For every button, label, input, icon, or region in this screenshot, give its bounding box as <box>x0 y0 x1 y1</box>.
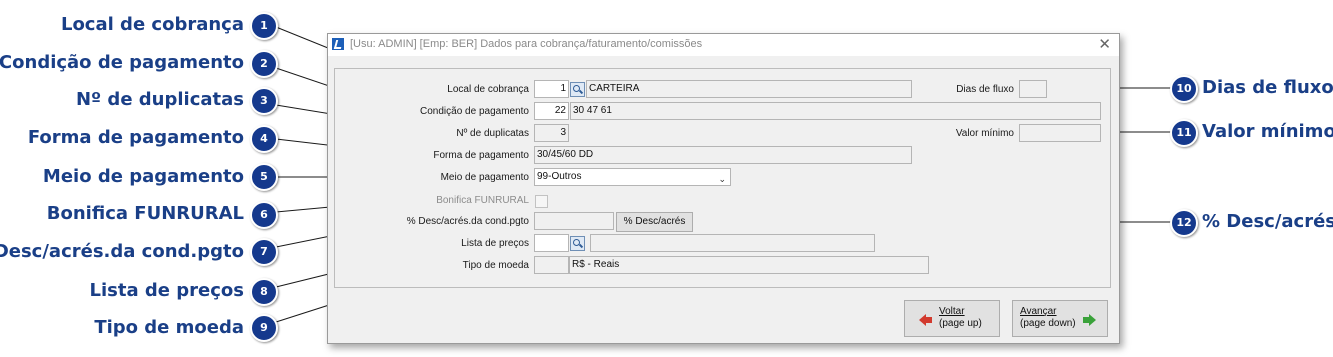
valor-minimo-input[interactable] <box>1019 124 1101 142</box>
bonifica-funrural-checkbox[interactable] <box>535 195 548 208</box>
label-lista-precos: Lista de preços <box>461 238 529 249</box>
lista-precos-desc-field <box>590 234 875 252</box>
badge-9: 9 <box>250 314 278 342</box>
close-icon[interactable]: ✕ <box>1098 35 1111 53</box>
lista-precos-code-input[interactable] <box>534 234 569 252</box>
lista-precos-lookup-icon[interactable] <box>570 236 585 251</box>
arrow-left-icon <box>919 314 932 326</box>
window-title: [Usu: ADMIN] [Emp: BER] Dados para cobra… <box>350 38 703 50</box>
callout-num-duplicatas: Nº de duplicatas <box>75 89 244 110</box>
badge-4: 4 <box>250 125 278 153</box>
voltar-label: Voltar <box>939 306 965 317</box>
meio-pagamento-value: 99-Outros <box>537 171 582 182</box>
meio-pagamento-select[interactable]: 99-Outros ⌄ <box>534 168 731 186</box>
condicao-pagamento-code-input[interactable]: 22 <box>534 102 569 120</box>
badge-11: 11 <box>1170 119 1198 147</box>
label-meio-pagamento: Meio de pagamento <box>440 172 529 183</box>
avancar-sub: (page down) <box>1020 318 1076 329</box>
app-icon <box>332 38 344 50</box>
arrow-right-icon <box>1083 314 1096 326</box>
callout-dias-fluxo: Dias de fluxo <box>1202 77 1333 98</box>
callout-local-cobranca: Local de cobrança <box>60 14 244 35</box>
label-bonifica-funrural: Bonifica FUNRURAL <box>436 195 529 206</box>
label-dias-fluxo: Dias de fluxo <box>956 84 1014 95</box>
dialog-window: [Usu: ADMIN] [Emp: BER] Dados para cobra… <box>327 33 1120 344</box>
dias-fluxo-input[interactable] <box>1019 80 1047 98</box>
badge-12: 12 <box>1170 209 1198 237</box>
local-cobranca-code-input[interactable]: 1 <box>534 80 569 98</box>
callout-forma-pagamento: Forma de pagamento <box>27 127 244 148</box>
callout-bonifica-funrural: Bonifica FUNRURAL <box>46 203 244 224</box>
badge-8: 8 <box>250 278 278 306</box>
chevron-down-icon: ⌄ <box>718 174 726 184</box>
badge-3: 3 <box>250 87 278 115</box>
condicao-pagamento-desc-field: 30 47 61 <box>570 102 1101 120</box>
label-condicao-pagamento: Condição de pagamento <box>420 106 529 117</box>
badge-1: 1 <box>250 12 278 40</box>
tipo-moeda-desc-field: R$ - Reais <box>569 256 929 274</box>
label-local-cobranca: Local de cobrança <box>447 84 529 95</box>
callout-valor-minimo: Valor mínimo <box>1202 121 1333 142</box>
callout-desc-acres: % Desc/acrés <box>1202 211 1333 232</box>
badge-10: 10 <box>1170 75 1198 103</box>
local-cobranca-desc-field: CARTEIRA <box>586 80 912 98</box>
voltar-sub: (page up) <box>939 318 982 329</box>
desc-acres-cond-field[interactable] <box>534 212 614 230</box>
badge-5: 5 <box>250 163 278 191</box>
num-duplicatas-field[interactable]: 3 <box>534 124 569 142</box>
callout-lista-precos: Lista de preços <box>89 280 244 301</box>
local-cobranca-lookup-icon[interactable] <box>570 82 585 97</box>
avancar-label: Avançar <box>1020 306 1057 317</box>
callout-condicao-pagamento: Condição de pagamento <box>0 52 244 73</box>
badge-2: 2 <box>250 50 278 78</box>
label-valor-minimo: Valor mínimo <box>955 128 1014 139</box>
callout-tipo-moeda: Tipo de moeda <box>94 317 244 338</box>
label-num-duplicatas: Nº de duplicatas <box>456 128 529 139</box>
label-tipo-moeda: Tipo de moeda <box>462 260 529 271</box>
forma-pagamento-field: 30/45/60 DD <box>534 146 912 164</box>
title-bar: [Usu: ADMIN] [Emp: BER] Dados para cobra… <box>328 34 1119 56</box>
voltar-button[interactable]: Voltar (page up) <box>904 300 1000 337</box>
label-desc-acres-cond: % Desc/acrés.da cond.pgto <box>406 216 529 227</box>
callout-meio-pagamento: Meio de pagamento <box>42 166 244 187</box>
tipo-moeda-code-field[interactable] <box>534 256 569 274</box>
badge-6: 6 <box>250 201 278 229</box>
desc-acres-button[interactable]: % Desc/acrés <box>616 212 693 232</box>
label-forma-pagamento: Forma de pagamento <box>433 150 529 161</box>
badge-7: 7 <box>250 238 278 266</box>
avancar-button[interactable]: Avançar (page down) <box>1012 300 1108 337</box>
callout-desc-acres-cond: % Desc/acrés.da cond.pgto <box>0 241 244 262</box>
